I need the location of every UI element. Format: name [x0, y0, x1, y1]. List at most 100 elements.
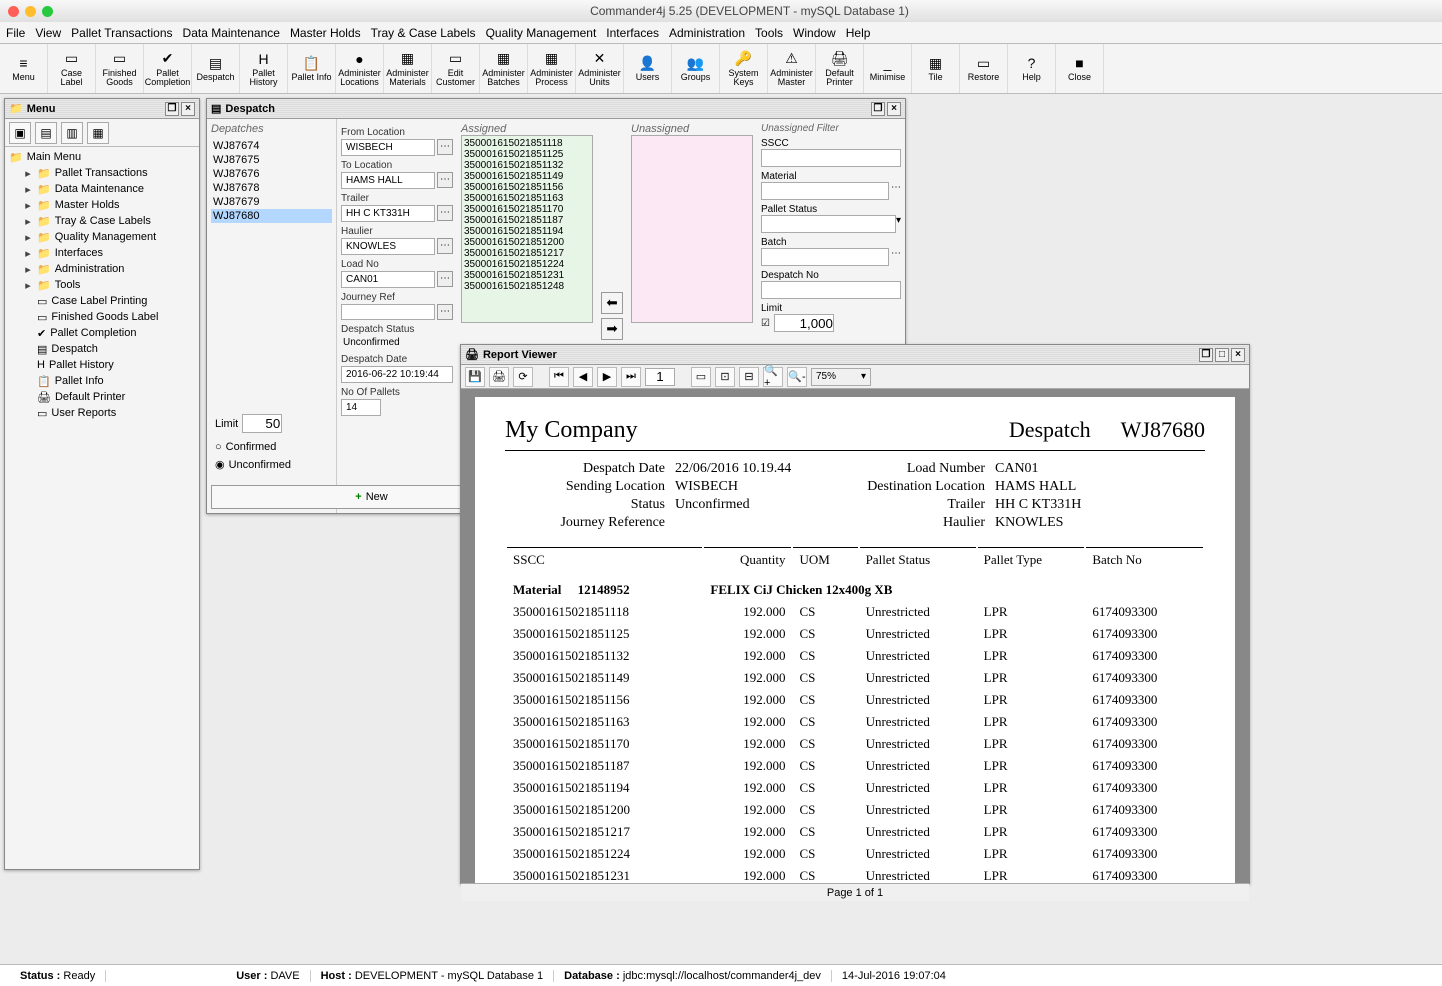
loadno-value[interactable]: CAN01	[341, 271, 435, 288]
menu-interfaces[interactable]: Interfaces	[606, 26, 659, 40]
lookup-icon[interactable]: ⋯	[437, 205, 453, 221]
maximize-icon[interactable]	[42, 6, 53, 17]
expand-icon[interactable]: ▸	[23, 279, 33, 292]
despatch-list-item[interactable]: WJ87679	[211, 195, 332, 209]
toolbar-close[interactable]: ■Close	[1056, 44, 1104, 93]
dropdown-icon[interactable]: ▾	[896, 215, 901, 233]
tree-subitem[interactable]: 📋Pallet Info	[9, 373, 195, 389]
reload-icon[interactable]: ⟳	[513, 367, 533, 387]
zoom-out-icon[interactable]: 🔍-	[787, 367, 807, 387]
filter-material-input[interactable]	[761, 182, 889, 200]
filter-limit-input[interactable]	[774, 314, 834, 332]
zoom-select[interactable]: 75%▾	[811, 368, 871, 386]
actual-size-icon[interactable]: ▭	[691, 367, 711, 387]
assigned-item[interactable]: 350001615021851149	[464, 171, 590, 182]
from-location-value[interactable]: WISBECH	[341, 139, 435, 156]
window-restore-icon[interactable]: ❐	[871, 102, 885, 116]
toolbar-despatch[interactable]: ▤Despatch	[192, 44, 240, 93]
assigned-item[interactable]: 350001615021851200	[464, 237, 590, 248]
toolbar-administer-master[interactable]: ⚠Administer Master	[768, 44, 816, 93]
haulier-value[interactable]: KNOWLES	[341, 238, 435, 255]
assigned-list[interactable]: 350001615021851118350001615021851125 3500…	[461, 135, 593, 323]
menu-window[interactable]: Window	[793, 26, 836, 40]
tree-item[interactable]: ▸📁Quality Management	[9, 229, 195, 245]
window-close-icon[interactable]: ×	[1231, 348, 1245, 362]
tree-btn-3[interactable]: ▥	[61, 122, 83, 144]
toolbar-edit-customer[interactable]: ▭Edit Customer	[432, 44, 480, 93]
menu-data-maintenance[interactable]: Data Maintenance	[183, 26, 280, 40]
toolbar-administer-process[interactable]: ▦Administer Process	[528, 44, 576, 93]
date-value[interactable]: 2016-06-22 10:19:44	[341, 366, 453, 383]
toolbar-administer-locations[interactable]: ●Administer Locations	[336, 44, 384, 93]
limit-input[interactable]	[242, 414, 282, 433]
menu-file[interactable]: File	[6, 26, 25, 40]
unassigned-list[interactable]	[631, 135, 753, 323]
toolbar-menu[interactable]: ≡Menu	[0, 44, 48, 93]
tree-item[interactable]: ▸📁Master Holds	[9, 197, 195, 213]
despatch-window-header[interactable]: ▤Despatch ❐ ×	[207, 99, 905, 119]
unconfirmed-radio[interactable]: ◉Unconfirmed	[215, 458, 291, 471]
menu-help[interactable]: Help	[846, 26, 871, 40]
toolbar-administer-units[interactable]: ✕Administer Units	[576, 44, 624, 93]
expand-icon[interactable]: ▸	[23, 215, 33, 228]
close-icon[interactable]	[8, 6, 19, 17]
tree-subitem[interactable]: 🖨Default Printer	[9, 389, 195, 405]
assigned-item[interactable]: 350001615021851125	[464, 149, 590, 160]
lookup-icon[interactable]: ⋯	[437, 238, 453, 254]
toolbar-help[interactable]: ?Help	[1008, 44, 1056, 93]
menu-pallet-transactions[interactable]: Pallet Transactions	[71, 26, 172, 40]
toolbar-pallet-completion[interactable]: ✔Pallet Completion	[144, 44, 192, 93]
assigned-item[interactable]: 350001615021851163	[464, 193, 590, 204]
toolbar-restore[interactable]: ▭Restore	[960, 44, 1008, 93]
lookup-icon[interactable]: ⋯	[437, 172, 453, 188]
despatch-list-item[interactable]: WJ87678	[211, 181, 332, 195]
toolbar-system-keys[interactable]: 🔑System Keys	[720, 44, 768, 93]
confirmed-radio[interactable]: ○Confirmed	[215, 441, 276, 453]
toolbar-administer-batches[interactable]: ▦Administer Batches	[480, 44, 528, 93]
minimize-icon[interactable]	[25, 6, 36, 17]
menu-master-holds[interactable]: Master Holds	[290, 26, 361, 40]
toolbar-administer-materials[interactable]: ▦Administer Materials	[384, 44, 432, 93]
tree-item[interactable]: ▸📁Pallet Transactions	[9, 165, 195, 181]
filter-despatchno-input[interactable]	[761, 281, 901, 299]
lookup-icon[interactable]: ⋯	[891, 182, 901, 200]
prev-page-icon[interactable]: ◀	[573, 367, 593, 387]
save-icon[interactable]: 💾	[465, 367, 485, 387]
filter-palletstatus-select[interactable]	[761, 215, 896, 233]
lookup-icon[interactable]: ⋯	[437, 271, 453, 287]
journey-value[interactable]	[341, 304, 435, 320]
expand-icon[interactable]: ▸	[23, 231, 33, 244]
tree-item[interactable]: ▸📁Tools	[9, 277, 195, 293]
lookup-icon[interactable]: ⋯	[437, 304, 453, 320]
menu-quality-management[interactable]: Quality Management	[486, 26, 597, 40]
expand-icon[interactable]: ▸	[23, 183, 33, 196]
trailer-value[interactable]: HH C KT331H	[341, 205, 435, 222]
menu-administration[interactable]: Administration	[669, 26, 745, 40]
assigned-item[interactable]: 350001615021851248	[464, 281, 590, 292]
tree-btn-1[interactable]: ▣	[9, 122, 31, 144]
next-page-icon[interactable]: ▶	[597, 367, 617, 387]
despatch-list-item[interactable]: WJ87680	[211, 209, 332, 223]
zoom-in-icon[interactable]: 🔍+	[763, 367, 783, 387]
tree-item[interactable]: ▸📁Interfaces	[9, 245, 195, 261]
window-restore-icon[interactable]: ❐	[165, 102, 179, 116]
tree-subitem[interactable]: HPallet History	[9, 357, 195, 373]
assigned-item[interactable]: 350001615021851194	[464, 226, 590, 237]
tree-subitem[interactable]: ✔Pallet Completion	[9, 325, 195, 341]
filter-sscc-input[interactable]	[761, 149, 901, 167]
toolbar-default-printer[interactable]: 🖨Default Printer	[816, 44, 864, 93]
despatch-list-item[interactable]: WJ87674	[211, 139, 332, 153]
tree-item[interactable]: ▸📁Administration	[9, 261, 195, 277]
tree-subitem[interactable]: ▭User Reports	[9, 405, 195, 421]
toolbar-tile[interactable]: ▦Tile	[912, 44, 960, 93]
menu-tray-case-labels[interactable]: Tray & Case Labels	[371, 26, 476, 40]
tree-subitem[interactable]: ▤Despatch	[9, 341, 195, 357]
assigned-item[interactable]: 350001615021851118	[464, 138, 590, 149]
window-close-icon[interactable]: ×	[181, 102, 195, 116]
lookup-icon[interactable]: ⋯	[437, 139, 453, 155]
expand-icon[interactable]: ▸	[23, 247, 33, 260]
move-right-button[interactable]: ➡	[601, 318, 623, 340]
toolbar-minimise[interactable]: _Minimise	[864, 44, 912, 93]
to-location-value[interactable]: HAMS HALL	[341, 172, 435, 189]
expand-icon[interactable]: ▸	[23, 199, 33, 212]
